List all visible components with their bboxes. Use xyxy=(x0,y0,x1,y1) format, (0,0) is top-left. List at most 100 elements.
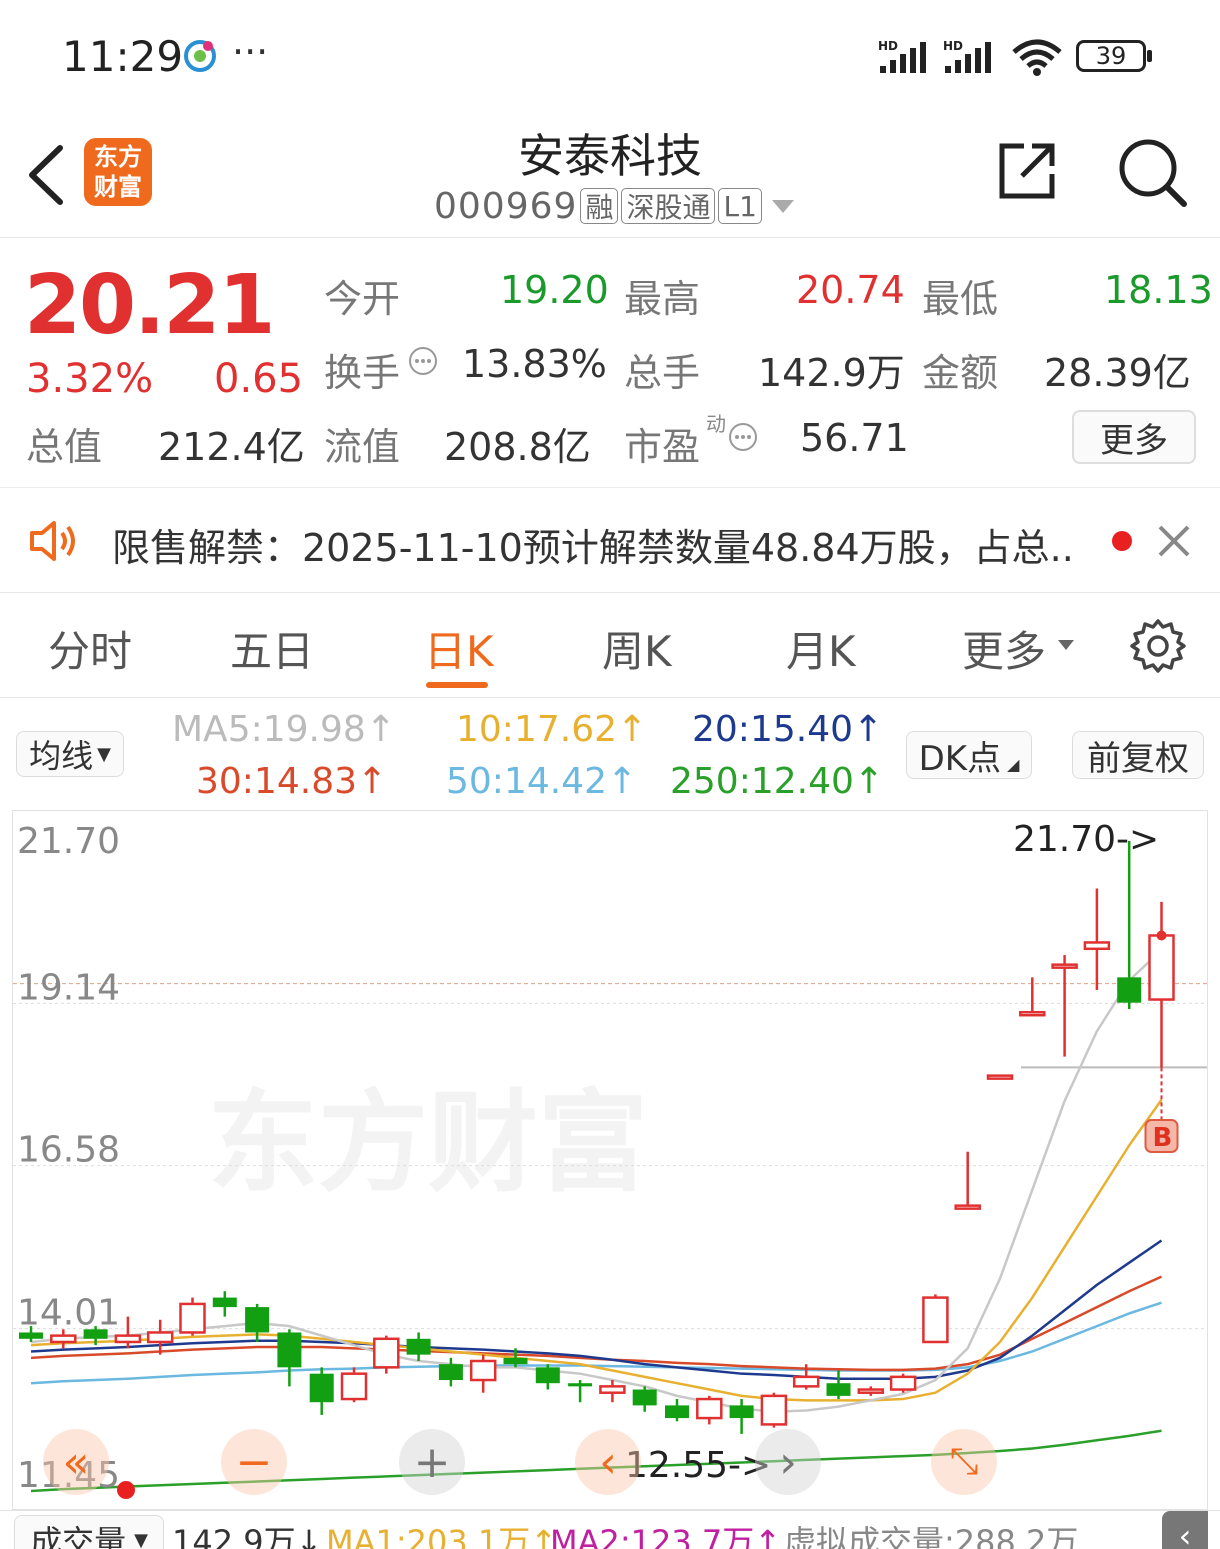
candle-body xyxy=(1019,1010,1046,1017)
volume-legend-bar: 成交量 ▼ 142.9万↓ MA1:203.1万↑ MA2:123.7万↑ 虚拟… xyxy=(0,1510,1220,1549)
caret-down-icon[interactable] xyxy=(771,199,794,213)
candle-body xyxy=(632,1389,657,1406)
candle-body xyxy=(309,1373,334,1403)
collapse-panel-icon[interactable]: ‹ xyxy=(1162,1511,1208,1549)
badge-connect: 深股通 xyxy=(621,188,716,224)
ma-selector-caret-icon: ▼ xyxy=(97,743,111,765)
candle-body xyxy=(438,1364,463,1381)
change-percent: 3.32% xyxy=(26,356,154,402)
volume-ma2: MA2:123.7万↑ xyxy=(550,1523,782,1549)
high-price-marker: 21.70-> xyxy=(1013,819,1159,860)
high-label: 最高 xyxy=(624,277,701,321)
fullscreen-icon[interactable]: ⤡ xyxy=(931,1429,997,1495)
tab-five-day[interactable]: 五日 xyxy=(230,618,314,679)
virtual-volume: 虚拟成交量:288.2万 xyxy=(784,1523,1079,1549)
stock-code-row[interactable]: 000969 融 深股通 L1 xyxy=(434,185,794,227)
logo-line-1: 东方 xyxy=(94,143,142,171)
b-marker-label: B xyxy=(1153,1123,1173,1153)
indicator-selector-label: 成交量 xyxy=(30,1523,127,1549)
ma20-value: 20:15.40↑ xyxy=(692,709,884,750)
info-icon[interactable] xyxy=(408,346,438,376)
last-price: 20.21 xyxy=(24,258,275,353)
turnover-label: 换手 xyxy=(324,351,401,395)
rewind-icon[interactable]: « xyxy=(43,1429,109,1495)
candle-body xyxy=(1148,934,1175,1001)
period-tabs: 分时 五日 日K 周K 月K 更多 xyxy=(0,594,1220,698)
candle-body xyxy=(729,1405,754,1419)
tab-more-caret-icon[interactable] xyxy=(1058,640,1074,650)
share-icon[interactable] xyxy=(996,140,1058,202)
candle-body xyxy=(469,1359,497,1382)
float-cap-label: 流值 xyxy=(324,425,401,469)
status-bar: 11:29 ··· HD HD 39 xyxy=(0,0,1220,110)
high-value: 20.74 xyxy=(796,268,905,312)
kline-chart[interactable]: 东方财富 21.70 19.14 16.58 14.01 11.45 21.70-> 12.… xyxy=(12,810,1208,1510)
pe-superscript: 动 xyxy=(706,412,726,436)
ma-selector-label: 均线 xyxy=(29,737,94,775)
candle-body xyxy=(1051,963,1078,969)
price-adjust-button[interactable]: 前复权 xyxy=(1072,731,1204,779)
volume-value: 142.9万 xyxy=(758,351,905,395)
tab-weekly-k[interactable]: 周K xyxy=(602,618,672,679)
candle-body xyxy=(696,1397,723,1420)
ma-legend-bar: 均线 ▼ MA5:19.98↑ 10:17.62↑ 20:15.40↑ 30:1… xyxy=(0,699,1220,809)
tab-more[interactable]: 更多 xyxy=(962,618,1046,679)
tab-monthly-k[interactable]: 月K xyxy=(786,618,856,679)
more-quote-button[interactable]: 更多 xyxy=(1072,410,1196,464)
notice-text: 限售解禁：2025-11-10预计解禁数量48.84万股，占总... xyxy=(112,526,1072,570)
zoom-out-icon[interactable]: − xyxy=(221,1429,287,1495)
prev-icon[interactable]: ‹ xyxy=(575,1429,641,1495)
zoom-in-icon[interactable]: + xyxy=(399,1429,465,1495)
watermark-logo: 东方财富 xyxy=(208,1079,648,1207)
dk-point-label: DK点 xyxy=(918,738,1002,779)
candle-body xyxy=(179,1302,206,1334)
badge-margin: 融 xyxy=(580,188,619,224)
ma30-value: 30:14.83↑ xyxy=(196,761,388,802)
candle-body xyxy=(50,1334,77,1344)
close-icon[interactable] xyxy=(1156,523,1192,559)
back-icon[interactable] xyxy=(22,140,72,210)
indicator-selector[interactable]: 成交量 ▼ xyxy=(14,1515,164,1549)
event-dot[interactable] xyxy=(117,1481,135,1499)
open-label: 今开 xyxy=(324,277,401,321)
dk-corner-icon: ◢ xyxy=(1007,754,1020,774)
next-icon[interactable]: › xyxy=(755,1429,821,1495)
carrier-icon xyxy=(182,38,218,74)
amount-value: 28.39亿 xyxy=(1044,351,1191,395)
candle-body xyxy=(114,1334,142,1344)
candle-body xyxy=(665,1405,689,1419)
candle-body xyxy=(760,1394,788,1426)
candle-body xyxy=(889,1375,917,1391)
candle-body xyxy=(245,1307,270,1333)
candle-body xyxy=(568,1383,593,1387)
ma50-value: 50:14.42↑ xyxy=(446,761,638,802)
search-icon[interactable] xyxy=(1116,136,1188,208)
volume-now: 142.9万↓ xyxy=(172,1523,323,1549)
tab-daily-k[interactable]: 日K xyxy=(424,618,494,679)
pe-info-icon[interactable] xyxy=(728,422,758,452)
market-cap-label: 总值 xyxy=(26,425,103,469)
candle-body xyxy=(792,1375,820,1388)
notice-bar[interactable]: 限售解禁：2025-11-10预计解禁数量48.84万股，占总... xyxy=(0,489,1220,593)
candle-body xyxy=(212,1297,237,1308)
stock-header: 东方 财富 安泰科技 000969 融 深股通 L1 xyxy=(0,110,1220,238)
unread-dot xyxy=(1112,531,1132,551)
battery-cap xyxy=(1147,50,1152,62)
open-value: 19.20 xyxy=(500,268,609,312)
volume-ma1: MA1:203.1万↑ xyxy=(326,1523,558,1549)
pe-value: 56.71 xyxy=(800,416,909,460)
ma-selector[interactable]: 均线 ▼ xyxy=(16,731,124,777)
quote-panel: 20.21 3.32% 0.65 今开 19.20 最高 20.74 最低 18… xyxy=(0,238,1220,488)
battery-level: 39 xyxy=(1095,42,1127,70)
stock-code: 000969 xyxy=(434,185,578,227)
volume-label: 总手 xyxy=(624,351,701,395)
settings-gear-icon[interactable] xyxy=(1130,618,1186,674)
speaker-icon xyxy=(28,519,82,563)
tab-intraday[interactable]: 分时 xyxy=(48,618,132,679)
svg-text:HD: HD xyxy=(878,39,898,53)
signal-icon-1: HD xyxy=(878,38,934,74)
amount-label: 金额 xyxy=(922,351,999,395)
dk-point-button[interactable]: DK点 ◢ xyxy=(906,731,1032,779)
app-logo[interactable]: 东方 财富 xyxy=(84,138,152,206)
candle-body xyxy=(857,1388,885,1394)
